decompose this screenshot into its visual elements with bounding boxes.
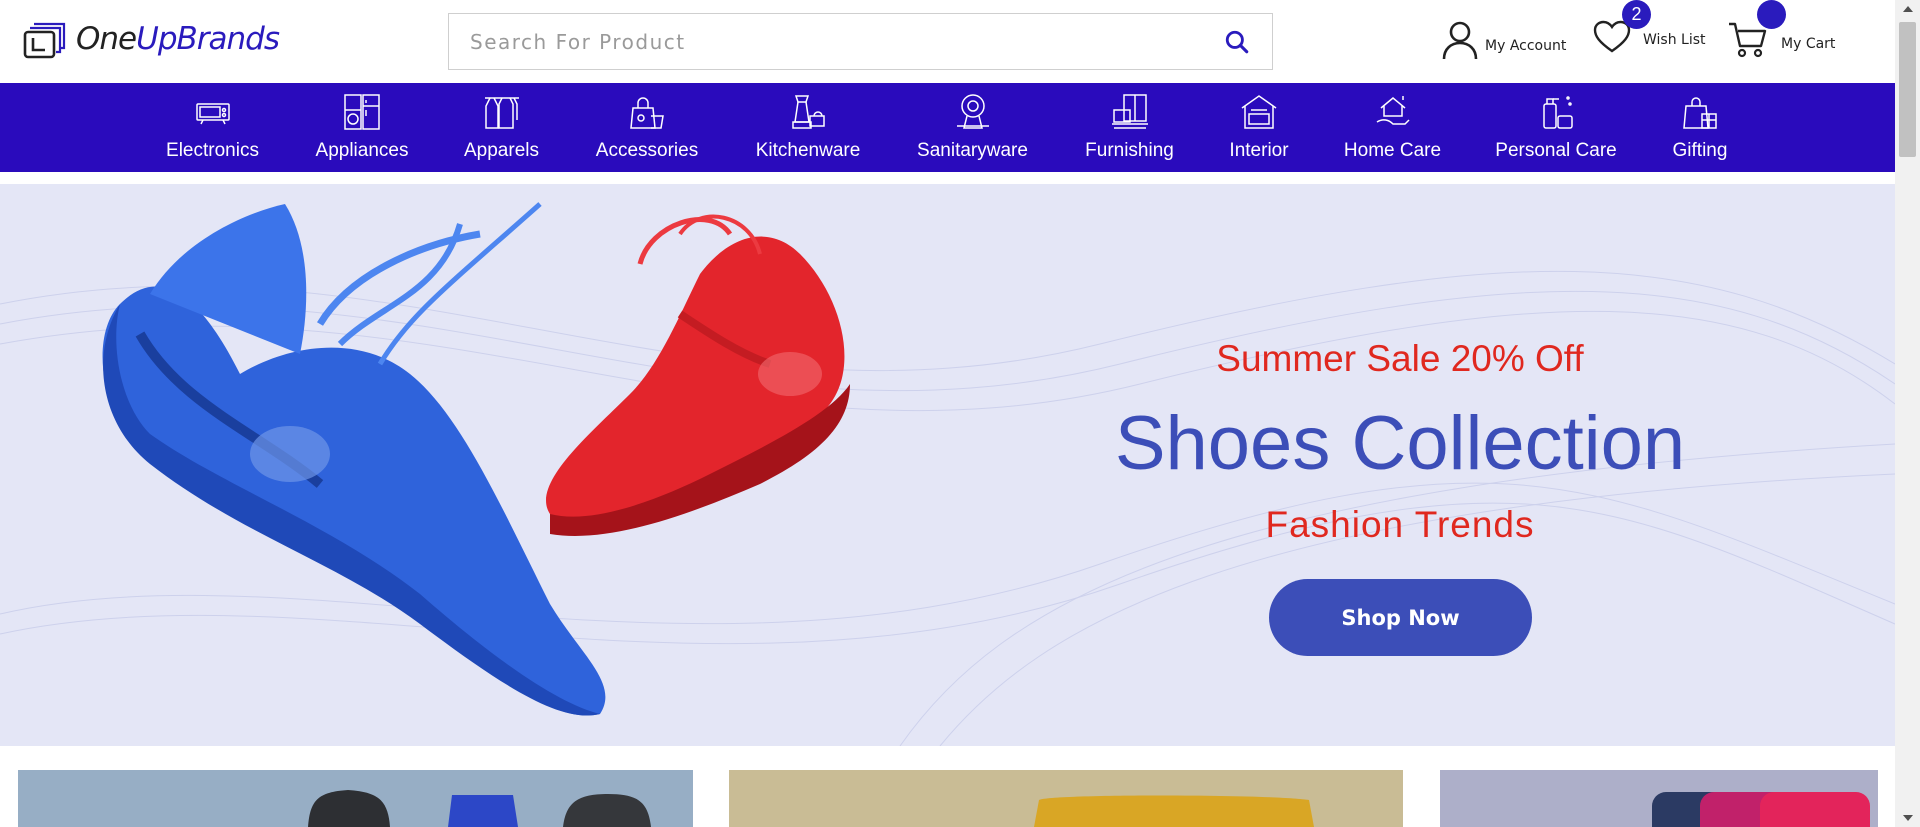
hero-banner: Summer Sale 20% Off Shoes Collection Fas… (0, 184, 1895, 746)
apparels-icon (484, 97, 519, 129)
search-input[interactable] (449, 14, 1202, 69)
my-account-link[interactable]: My Account (1441, 20, 1566, 60)
nav-item-furnishing[interactable]: Furnishing (1083, 83, 1176, 172)
promo-card-furniture[interactable] (729, 770, 1403, 827)
logo-text-up: Up (136, 21, 177, 57)
nav-item-gifting[interactable]: Gifting (1670, 83, 1730, 172)
nav-item-sanitaryware[interactable]: Sanitaryware (915, 83, 1030, 172)
scroll-thumb[interactable] (1899, 22, 1916, 157)
wish-list-label: Wish List (1643, 32, 1706, 48)
sanitaryware-icon (956, 94, 989, 129)
appliances-icon (344, 94, 380, 130)
logo-text-brands: Brands (176, 21, 280, 57)
hero-title: Shoes Collection (1114, 401, 1686, 486)
heart-icon (1593, 20, 1631, 53)
accessories-icon (630, 97, 664, 129)
nav-item-label: Interior (1229, 140, 1289, 161)
scroll-up-arrow[interactable] (1895, 0, 1920, 18)
nav-item-interior[interactable]: Interior (1226, 83, 1292, 172)
nav-item-label: Apparels (464, 140, 539, 161)
nav-item-label: Electronics (166, 140, 259, 161)
nav-item-electronics[interactable]: Electronics (165, 83, 260, 172)
yellow-chair-image (1034, 795, 1314, 827)
search-icon (1225, 30, 1249, 53)
scroll-down-arrow[interactable] (1895, 809, 1920, 827)
nav-item-label: Home Care (1343, 140, 1442, 161)
gifting-icon (1683, 97, 1717, 129)
my-cart-label: My Cart (1781, 36, 1836, 52)
hero-sale-text: Summer Sale 20% Off (1216, 338, 1584, 379)
logo-icon (23, 22, 66, 59)
nav-item-label: Appliances (315, 140, 409, 161)
nav-item-personal-care[interactable]: Personal Care (1495, 83, 1617, 172)
nav-item-kitchenware[interactable]: Kitchenware (752, 83, 864, 172)
my-cart-link[interactable]: My Cart (1727, 20, 1835, 58)
search-bar (448, 13, 1273, 70)
nav-item-home-care[interactable]: Home Care (1343, 83, 1442, 172)
smartwatch-image (308, 790, 651, 827)
category-nav: Electronics Appliances Apparels Accessor… (0, 83, 1895, 172)
furnishing-icon (1111, 94, 1148, 129)
wish-list-link[interactable]: Wish List (1593, 20, 1706, 54)
hero-subtitle: Fashion Trends (1265, 504, 1535, 545)
cart-icon (1729, 22, 1767, 58)
triangle-up-icon (1902, 6, 1913, 12)
red-sneaker-image (546, 214, 850, 536)
logo-wordmark: OneUpBrands (76, 21, 280, 57)
nav-item-label: Sanitaryware (917, 140, 1028, 161)
my-account-label: My Account (1485, 38, 1567, 54)
promo-card-smartphones[interactable] (1440, 770, 1878, 827)
site-header: OneUpBrands My Account Wish List 2 My C (0, 0, 1895, 83)
logo-text-one: One (76, 21, 137, 57)
nav-item-accessories[interactable]: Accessories (591, 83, 703, 172)
nav-item-label: Accessories (595, 140, 699, 161)
nav-item-label: Gifting (1672, 140, 1728, 161)
brand-logo[interactable]: OneUpBrands (22, 18, 280, 60)
triangle-down-icon (1902, 815, 1913, 821)
nav-item-appliances[interactable]: Appliances (312, 83, 412, 172)
nav-item-apparels[interactable]: Apparels (459, 83, 544, 172)
nav-item-label: Personal Care (1495, 140, 1617, 161)
home-care-icon (1376, 96, 1410, 125)
personal-care-icon (1543, 96, 1573, 129)
wish-list-count-badge: 2 (1622, 0, 1651, 29)
interior-icon (1241, 95, 1277, 129)
cart-count-badge (1757, 0, 1786, 29)
search-button[interactable] (1202, 14, 1272, 69)
kitchenware-icon (792, 95, 825, 129)
electronics-icon (195, 103, 230, 125)
nav-item-label: Furnishing (1085, 140, 1174, 161)
user-icon (1442, 21, 1478, 60)
page-scrollbar[interactable] (1895, 0, 1920, 827)
promo-card-smartwatches[interactable] (18, 770, 693, 827)
nav-item-label: Kitchenware (755, 140, 861, 161)
smartphones-image (1652, 792, 1870, 827)
shop-now-button[interactable]: Shop Now (1269, 579, 1532, 656)
